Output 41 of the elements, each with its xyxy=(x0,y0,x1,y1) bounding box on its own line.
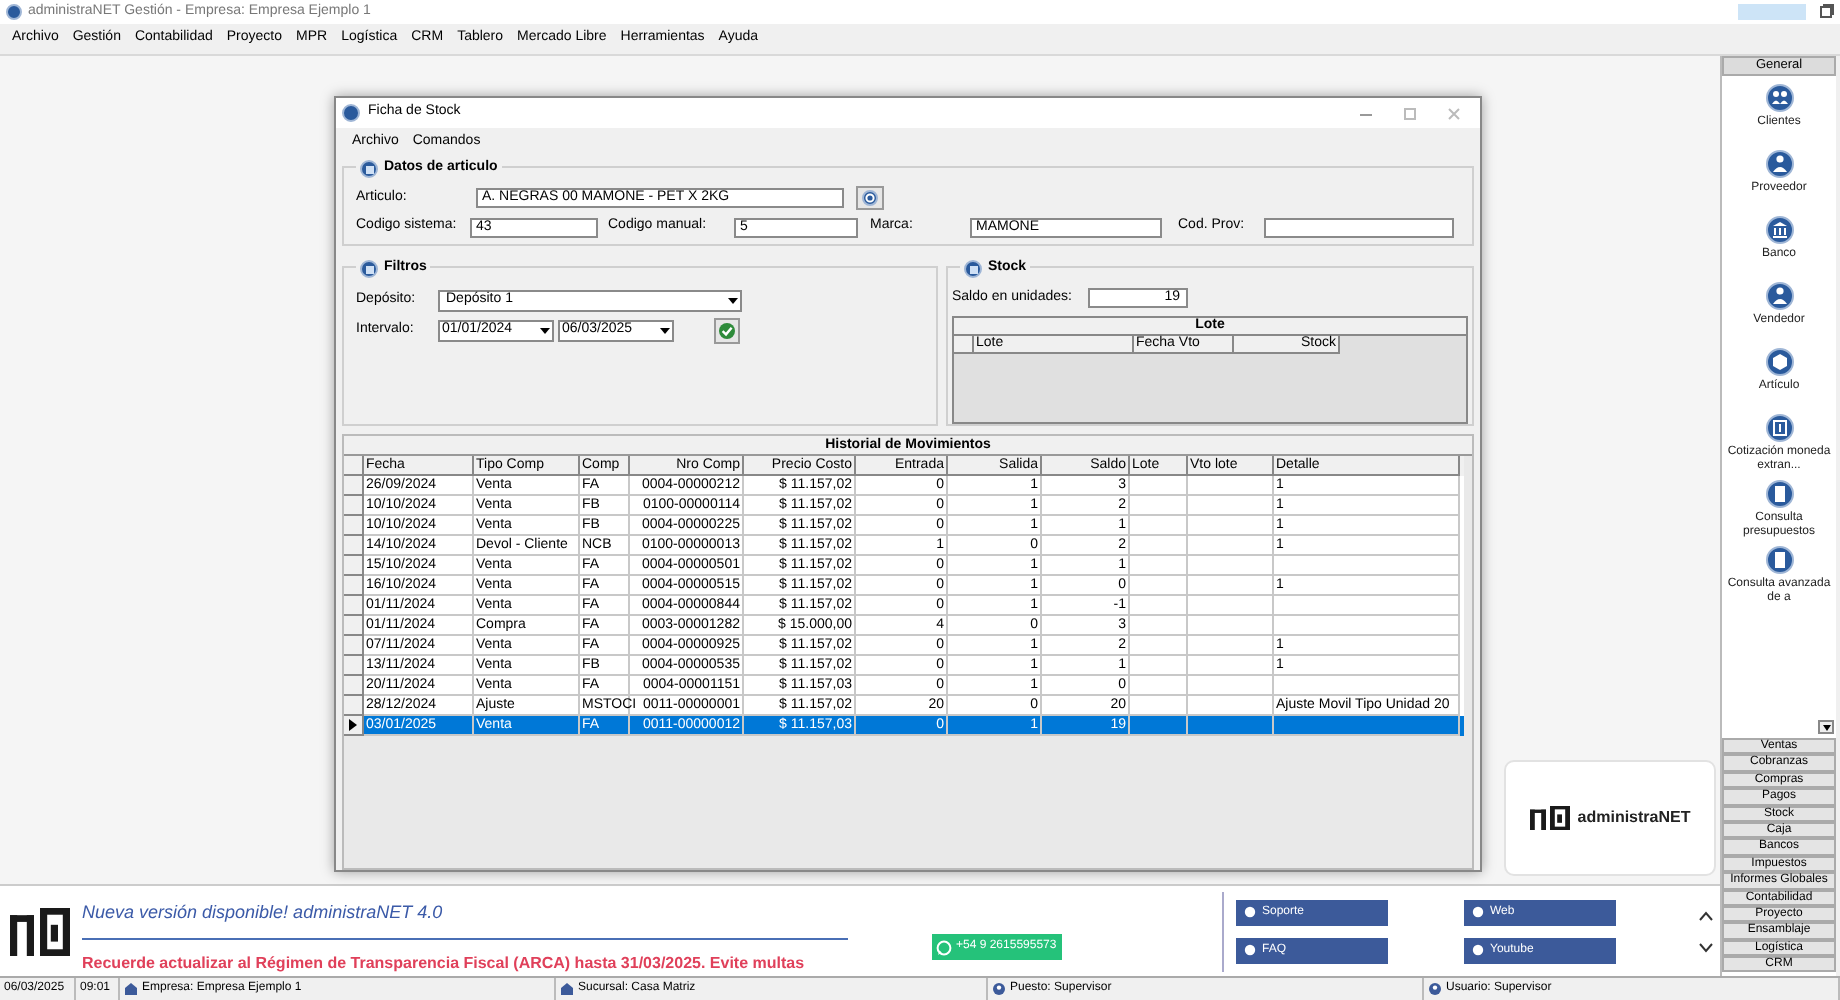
building-icon xyxy=(124,982,138,996)
brand-name: administraNET xyxy=(1577,806,1691,830)
chat-icon xyxy=(936,939,952,955)
link-icon xyxy=(1472,944,1484,956)
building-icon xyxy=(560,982,574,996)
link-icon xyxy=(1244,906,1256,918)
scroll-down-icon xyxy=(1698,941,1714,953)
scroll-up-icon xyxy=(1698,909,1714,921)
link-icon xyxy=(1472,906,1484,918)
scroll-button[interactable] xyxy=(1818,720,1834,734)
banner-headline: Nueva versión disponible! administraNET 4.0 xyxy=(82,902,443,922)
user-icon xyxy=(992,982,1006,996)
box-icon xyxy=(1765,348,1793,376)
caret-icon xyxy=(1821,723,1831,731)
dropdown-caret-icon xyxy=(538,324,552,338)
person-icon xyxy=(1765,150,1793,178)
person-icon xyxy=(1765,282,1793,310)
dollar-icon xyxy=(1765,414,1793,442)
banner-logo-icon xyxy=(10,907,70,955)
search-icon xyxy=(862,190,878,206)
stock-group-icon xyxy=(964,259,982,278)
dropdown-caret-icon xyxy=(658,324,672,338)
dropdown-caret-icon xyxy=(726,294,740,308)
filter-group-icon xyxy=(360,259,378,278)
close-icon xyxy=(1446,105,1462,121)
brand-logo-icon xyxy=(1529,806,1570,830)
user-icon xyxy=(1428,982,1442,996)
check-icon xyxy=(718,322,736,340)
apply-button[interactable] xyxy=(714,318,740,344)
maximize-icon xyxy=(1402,105,1418,121)
bank-icon xyxy=(1765,216,1793,244)
banner-notice: Recuerde actualizar al Régimen de Transparencia Fiscal (ARCA) hasta 31/03/2025. Evite multas xyxy=(82,952,807,976)
document-icon xyxy=(1765,546,1793,574)
document-icon xyxy=(1765,480,1793,508)
link-icon xyxy=(1244,944,1256,956)
input-field[interactable] xyxy=(1264,217,1454,237)
article-group-icon xyxy=(360,159,378,178)
restore-icon xyxy=(1818,4,1834,20)
current-row-icon xyxy=(348,718,358,732)
people-icon xyxy=(1765,84,1793,112)
search-button[interactable] xyxy=(856,186,884,210)
